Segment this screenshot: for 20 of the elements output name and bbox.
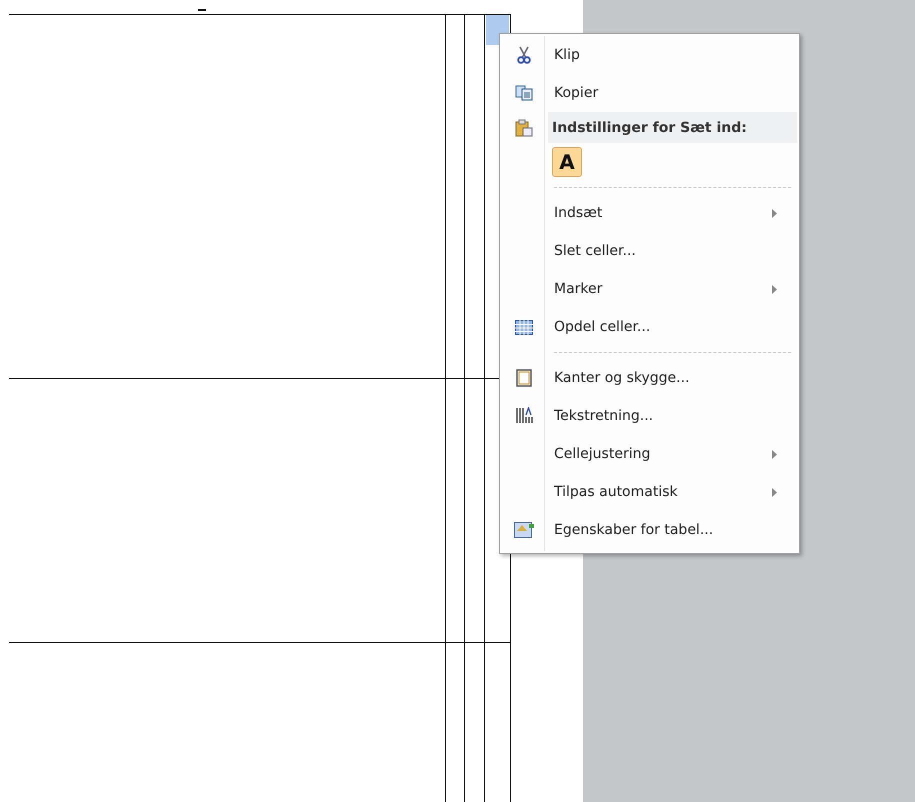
clipboard-icon <box>515 118 533 136</box>
menu-item[interactable]: Slet celler... <box>546 243 636 259</box>
paste-option-button[interactable]: A <box>552 147 582 177</box>
scissors-icon <box>517 46 531 64</box>
menu-item[interactable]: Kanter og skygge... <box>546 370 690 386</box>
table-icon <box>515 320 533 334</box>
copy-icon <box>515 85 533 101</box>
page-border-icon <box>516 369 532 387</box>
table-properties-icon <box>514 522 534 538</box>
menu-item[interactable]: Egenskaber for tabel... <box>546 522 714 538</box>
menu-item[interactable]: Tekstretning... <box>546 408 654 424</box>
text-direction-icon <box>515 407 533 425</box>
menu-item[interactable]: Indsæt <box>546 205 602 221</box>
menu-item[interactable]: Marker <box>546 281 602 297</box>
menu-item[interactable]: Tilpas automatisk <box>546 484 678 500</box>
menu-header: Indstillinger for Sæt ind: <box>551 120 747 136</box>
menu-item[interactable]: Klip <box>546 47 580 63</box>
menu-item[interactable]: Kopier <box>546 85 598 101</box>
menu-item[interactable]: Cellejustering <box>546 446 650 462</box>
menu-item[interactable]: Opdel celler... <box>546 319 650 335</box>
